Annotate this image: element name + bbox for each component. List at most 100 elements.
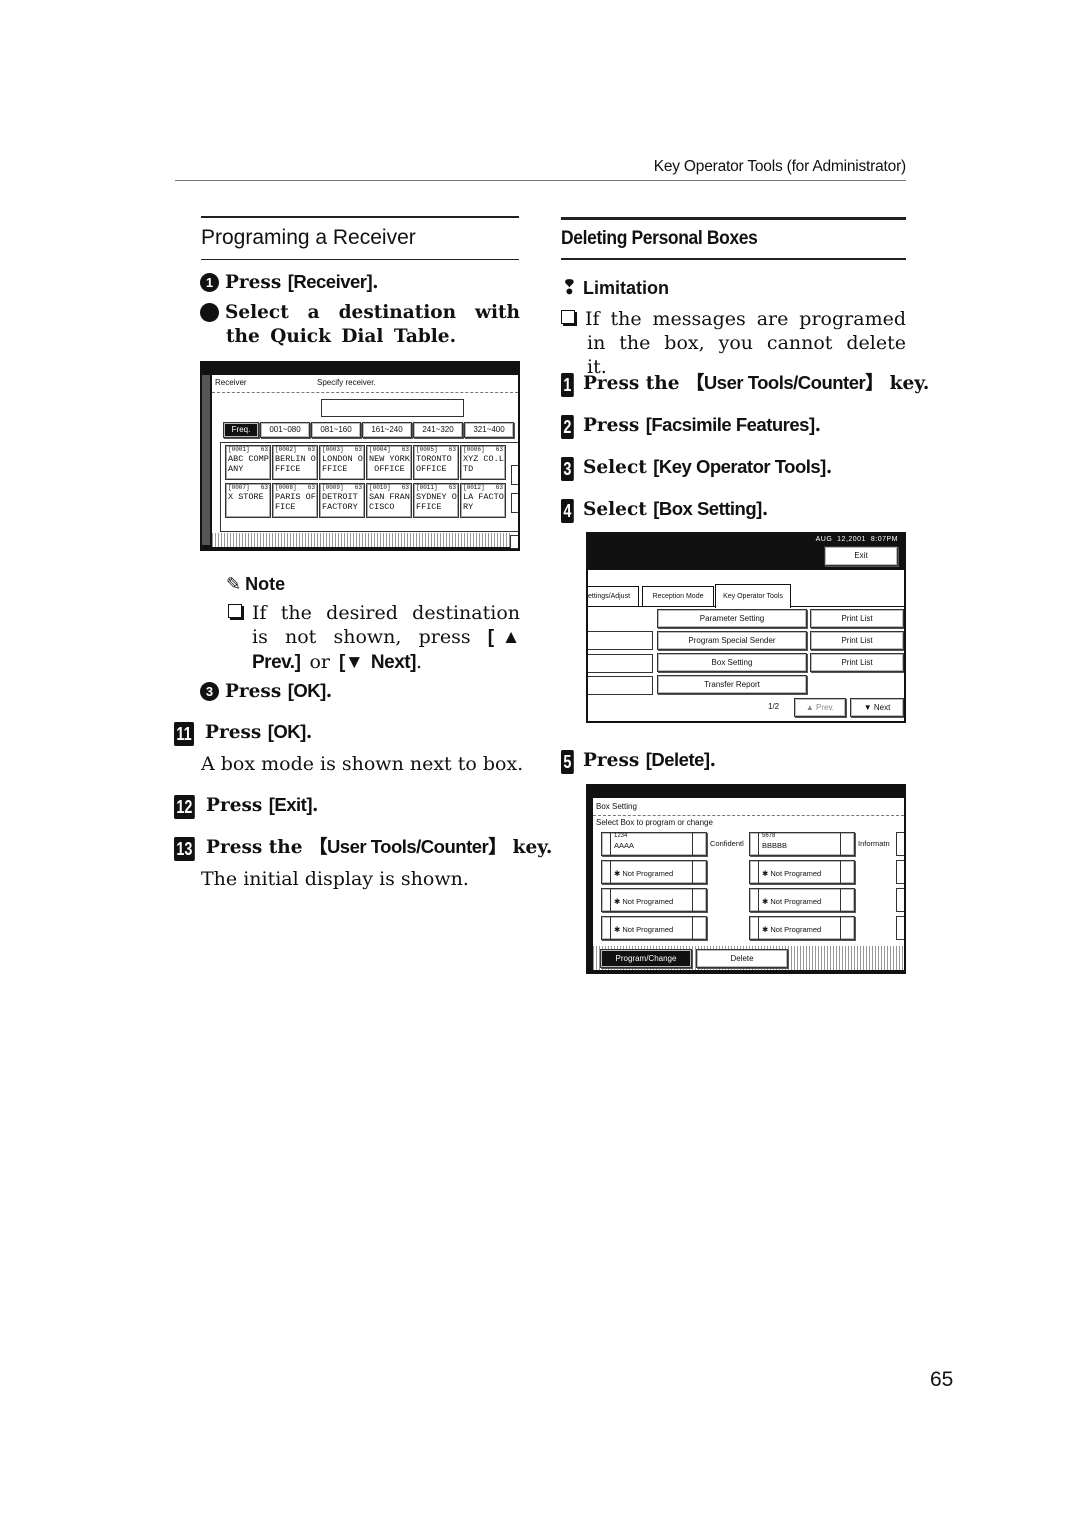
- entry-name-line2: FFICE: [416, 502, 442, 512]
- step-number: 3: [561, 457, 574, 481]
- exit-key: [Exit]: [268, 794, 313, 815]
- left-menu-slot[interactable]: [588, 654, 653, 673]
- tab-reception-mode[interactable]: Reception Mode: [642, 586, 714, 607]
- entry-name-line2: OFFICE: [416, 464, 447, 474]
- entry-tag: 63: [307, 446, 315, 453]
- entry-name-line1: NEW YORK: [369, 454, 410, 464]
- scroll-button-up[interactable]: [511, 465, 518, 485]
- entry-id: [0010]: [369, 484, 391, 491]
- entry-id: [0009]: [322, 484, 344, 491]
- personal-box-button[interactable]: ✱ Not Programed: [749, 860, 855, 884]
- step-number: 5: [561, 750, 574, 774]
- box-number: [762, 889, 840, 897]
- user-tools-counter-key: 【User Tools/Counter】: [308, 836, 507, 857]
- page-indicator: 1/2: [768, 702, 780, 711]
- step-12: 12 Press [Exit].: [174, 793, 318, 819]
- box-label: ✱ Not Programed: [758, 889, 841, 911]
- personal-box-button[interactable]: 5678 BBBBB: [749, 832, 855, 856]
- quick-dial-entry[interactable]: [0012] 63 LA FACTO RY: [460, 483, 506, 518]
- box-partial[interactable]: [896, 888, 904, 912]
- quick-dial-entry[interactable]: [0005] 63 TORONTO OFFICE: [413, 445, 459, 480]
- divider: [593, 815, 904, 816]
- quick-dial-entry[interactable]: [0011] 63 SYDNEY O FFICE: [413, 483, 459, 518]
- parameter-setting-button[interactable]: Parameter Setting: [657, 609, 807, 628]
- personal-box-button[interactable]: ✱ Not Programed: [749, 888, 855, 912]
- program-special-sender-button[interactable]: Program Special Sender: [657, 631, 807, 650]
- box-partial[interactable]: [896, 860, 904, 884]
- box-partial[interactable]: [896, 832, 904, 856]
- receiver-input[interactable]: [321, 399, 464, 417]
- receiver-screen: Receiver Specify receiver. Freq. 001~080 0…: [200, 361, 520, 551]
- quick-dial-entry[interactable]: [0006] 63 XYZ CO.L TD: [460, 445, 506, 480]
- box-label: 1234 AAAA: [610, 833, 693, 855]
- corner-button[interactable]: [510, 535, 518, 549]
- print-list-button[interactable]: Print List: [810, 609, 904, 628]
- entry-tag: 63: [354, 446, 362, 453]
- print-list-button[interactable]: Print List: [810, 631, 904, 650]
- personal-box-button[interactable]: 1234 AAAA: [601, 832, 707, 856]
- quick-dial-entry[interactable]: [0008] 63 PARIS OF FICE: [272, 483, 318, 518]
- quick-dial-entry[interactable]: [0007] 63 X STORE: [225, 483, 271, 518]
- personal-box-button[interactable]: ✱ Not Programed: [601, 916, 707, 940]
- substep-number: 1: [200, 273, 219, 292]
- tab-frequent[interactable]: Freq.: [223, 422, 259, 438]
- personal-box-button[interactable]: ✱ Not Programed: [601, 860, 707, 884]
- print-list-button[interactable]: Print List: [810, 653, 904, 672]
- personal-box-button[interactable]: ✱ Not Programed: [601, 888, 707, 912]
- step-number: 11: [174, 722, 195, 746]
- delete-button[interactable]: Delete: [696, 949, 788, 968]
- box-mode-label: Confidentl: [710, 839, 744, 848]
- entry-id: [0006]: [463, 446, 485, 453]
- tab-range[interactable]: 161~240: [362, 422, 412, 438]
- program-change-button[interactable]: Program/Change: [600, 949, 692, 968]
- box-label: ✱ Not Programed: [758, 861, 841, 883]
- tab-settings-adjust[interactable]: ettings/Adjust: [588, 586, 639, 607]
- key-operator-tools-key: [Key Operator Tools]: [653, 456, 826, 477]
- box-partial[interactable]: [896, 916, 904, 940]
- quick-dial-entry[interactable]: [0004] 63 NEW YORK OFFICE: [366, 445, 412, 480]
- box-setting-key: [Box Setting]: [653, 498, 762, 519]
- entry-tag: 63: [307, 484, 315, 491]
- entry-name-line1: DETROIT: [322, 492, 358, 502]
- tab-range[interactable]: 081~160: [311, 422, 361, 438]
- note-item: If the desired destination is not shown,…: [228, 601, 521, 675]
- entry-name-line2: FACTORY: [322, 502, 358, 512]
- personal-box-button[interactable]: ✱ Not Programed: [749, 916, 855, 940]
- quick-dial-entry[interactable]: [0009] 63 DETROIT FACTORY: [319, 483, 365, 518]
- tab-range[interactable]: 001~080: [260, 422, 310, 438]
- quick-dial-entry[interactable]: [0003] 63 LONDON O FFICE: [319, 445, 365, 480]
- box-label: 5678 BBBBB: [758, 833, 841, 855]
- exit-button[interactable]: Exit: [824, 546, 898, 566]
- screen-left-edge: [202, 375, 210, 545]
- entry-name-line2: TD: [463, 464, 474, 474]
- prev-button[interactable]: ▲ Prev.: [794, 698, 846, 717]
- page-number: 65: [930, 1368, 954, 1391]
- step-number: 13: [174, 837, 195, 861]
- box-label: ✱ Not Programed: [610, 917, 693, 939]
- entry-tag: 63: [260, 484, 268, 491]
- entry-header: [0004] 63: [369, 446, 411, 454]
- box-number: 5678: [762, 833, 776, 839]
- key-operator-screen: AUG 12,2001 8:07PM Exit ettings/Adjust R…: [586, 532, 906, 723]
- box-setting-screen: Box Setting Select Box to program or cha…: [586, 784, 906, 974]
- tab-key-operator-tools[interactable]: Key Operator Tools: [715, 584, 791, 608]
- box-setting-button[interactable]: Box Setting: [657, 653, 807, 672]
- transfer-report-button[interactable]: Transfer Report: [657, 675, 807, 694]
- tab-range[interactable]: 241~320: [413, 422, 463, 438]
- entry-id: [0004]: [369, 446, 391, 453]
- step-2: 2 Press [Facsimile Features].: [561, 413, 821, 439]
- entry-id: [0001]: [228, 446, 250, 453]
- entry-id: [0005]: [416, 446, 438, 453]
- quick-dial-entry[interactable]: [0001] 63 ABC COMP ANY: [225, 445, 271, 480]
- left-menu-slot[interactable]: [588, 631, 653, 650]
- tab-range[interactable]: 321~400: [464, 422, 514, 438]
- entry-name-line1: SYDNEY O: [416, 492, 457, 502]
- scroll-button-down[interactable]: [511, 493, 518, 513]
- left-menu-slot[interactable]: [588, 676, 653, 695]
- entry-tag: 63: [260, 446, 268, 453]
- box-name: ✱ Not Programed: [762, 925, 822, 934]
- entry-name-line1: XYZ CO.L: [463, 454, 504, 464]
- quick-dial-entry[interactable]: [0002] 63 BERLIN O FFICE: [272, 445, 318, 480]
- next-button[interactable]: ▼ Next: [850, 698, 904, 717]
- quick-dial-entry[interactable]: [0010] 63 SAN FRAN CISCO: [366, 483, 412, 518]
